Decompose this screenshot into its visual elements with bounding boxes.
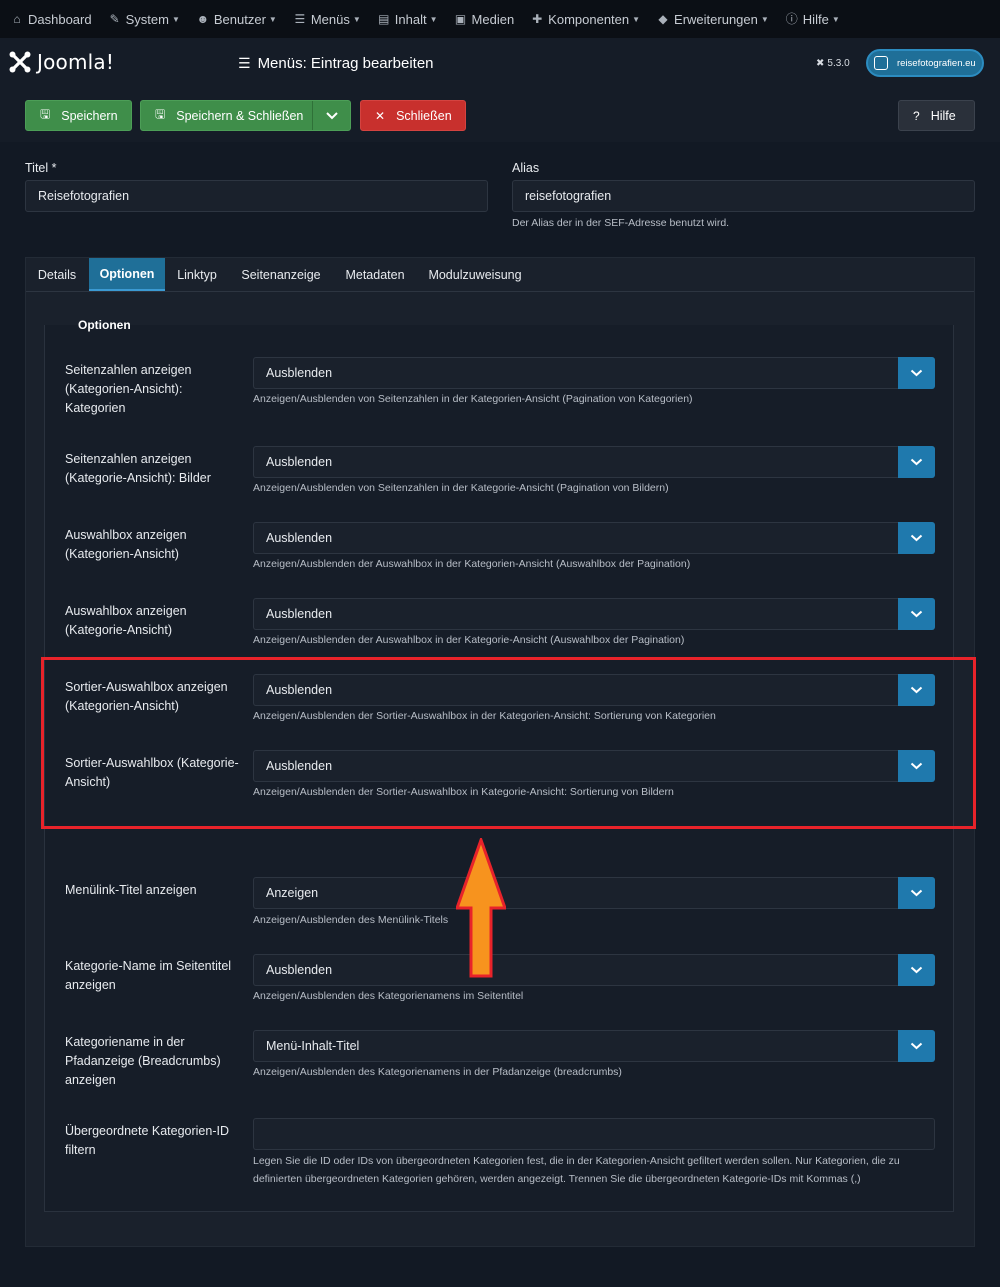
caret-down-icon: ▼ bbox=[171, 14, 180, 24]
tab-details[interactable]: Details bbox=[26, 258, 88, 291]
floppy-icon: 🖫 bbox=[155, 107, 166, 121]
site-link-button[interactable]: reisefotografien.eu bbox=[866, 49, 984, 77]
nav-hilfe[interactable]: ⓘ Hilfe ▼ bbox=[785, 12, 840, 27]
chevron-down-icon[interactable] bbox=[898, 954, 935, 986]
tab-linktyp[interactable]: Linktyp bbox=[166, 258, 228, 291]
nav-dashboard[interactable]: ⌂ Dashboard bbox=[10, 12, 91, 27]
top-navigation: ⌂ Dashboard ✎ System ▼ ☻ Benutzer ▼ ☰ Menüs ▼ ▤… bbox=[0, 0, 1000, 38]
chevron-down-icon[interactable] bbox=[898, 446, 935, 478]
save-button[interactable]: 🖫 Speichern bbox=[25, 100, 132, 131]
options-legend: Optionen bbox=[78, 318, 131, 332]
list-icon: ☰ bbox=[294, 12, 306, 26]
tab-modulzuweisung[interactable]: Modulzuweisung bbox=[419, 258, 531, 291]
option-desc-limitbox-categories: Anzeigen/Ausblenden der Auswahlbox in de… bbox=[253, 558, 691, 570]
alias-label: Alias bbox=[512, 161, 540, 175]
chevron-down-icon[interactable] bbox=[898, 598, 935, 630]
option-select-limitbox-categories[interactable]: Ausblenden bbox=[253, 522, 935, 554]
option-select-pagination-categories[interactable]: Ausblenden bbox=[253, 357, 935, 389]
option-desc-pagination-categories: Anzeigen/Ausblenden von Seitenzahlen in … bbox=[253, 393, 693, 405]
tab-seitenanzeige[interactable]: Seitenanzeige bbox=[231, 258, 331, 291]
caret-down-icon: ▼ bbox=[352, 14, 361, 24]
info-icon: ⓘ bbox=[785, 12, 798, 26]
option-desc-category-page-title: Anzeigen/Ausblenden des Kategorienamens … bbox=[253, 990, 524, 1002]
parent-filter-input[interactable] bbox=[253, 1118, 935, 1150]
option-select-category-page-title[interactable]: Ausblenden bbox=[253, 954, 935, 986]
floppy-icon: 🖫 bbox=[40, 107, 51, 121]
option-label-category-page-title: Kategorie-Name im Seitentitel anzeigen bbox=[65, 959, 232, 992]
option-select-limitbox-category[interactable]: Ausblenden bbox=[253, 598, 935, 630]
option-desc-limitbox-category: Anzeigen/Ausblenden der Auswahlbox in de… bbox=[253, 634, 685, 646]
close-icon: ✕ bbox=[375, 108, 386, 123]
file-icon: ▤ bbox=[378, 12, 390, 26]
save-options-dropdown[interactable] bbox=[312, 101, 350, 130]
title-label: Titel * bbox=[25, 161, 57, 175]
chevron-down-icon[interactable] bbox=[898, 522, 935, 554]
tab-optionen[interactable]: Optionen bbox=[89, 258, 165, 291]
nav-system[interactable]: ✎ System ▼ bbox=[108, 12, 180, 27]
option-select-pagination-images[interactable]: Ausblenden bbox=[253, 446, 935, 478]
home-icon: ⌂ bbox=[13, 12, 21, 26]
header: Joomla! ☰ Menüs: Eintrag bearbeiten ✖ 5.… bbox=[0, 38, 1000, 91]
parent-filter-desc-2: definierten übergeordneten Kategorien ge… bbox=[253, 1173, 861, 1185]
version-info: ✖ 5.3.0 bbox=[816, 58, 850, 69]
puzzle-icon: ✚ bbox=[532, 12, 543, 26]
logo-text: Joomla! bbox=[37, 50, 115, 74]
joomla-logo[interactable]: Joomla! bbox=[8, 50, 114, 74]
caret-down-icon: ▼ bbox=[268, 14, 277, 24]
save-close-button[interactable]: 🖫 Speichern & Schließen bbox=[140, 100, 351, 131]
option-label-menu-title: Menülink-Titel anzeigen bbox=[65, 883, 197, 897]
nav-benutzer[interactable]: ☻ Benutzer ▼ bbox=[196, 12, 277, 27]
option-label-breadcrumbs: Kategoriename in der Pfadanzeige (Breadc… bbox=[65, 1035, 221, 1087]
option-label-limitbox-category: Auswahlbox anzeigen (Kategorie-Ansicht) bbox=[65, 604, 187, 637]
title-input[interactable]: Reisefotografien bbox=[25, 180, 488, 212]
close-button[interactable]: ✕ Schließen bbox=[360, 100, 466, 131]
option-select-breadcrumbs[interactable]: Menü-Inhalt-Titel bbox=[253, 1030, 935, 1062]
page-title: ☰ Menüs: Eintrag bearbeiten bbox=[238, 55, 434, 72]
wrench-icon: ✎ bbox=[109, 12, 120, 26]
joomla-small-icon: ✖ bbox=[816, 58, 825, 69]
option-select-menu-title[interactable]: Anzeigen bbox=[253, 877, 935, 909]
image-icon: ▣ bbox=[454, 12, 467, 26]
list-icon: ☰ bbox=[238, 55, 251, 71]
tab-metadaten[interactable]: Metadaten bbox=[333, 258, 417, 291]
option-label-limitbox-categories: Auswahlbox anzeigen (Kategorien-Ansicht) bbox=[65, 528, 187, 561]
users-icon: ☻ bbox=[196, 12, 210, 26]
alias-hint: Der Alias der in der SEF-Adresse benutzt… bbox=[512, 217, 730, 229]
annotation-arrow-up-icon bbox=[456, 838, 506, 978]
caret-down-icon: ▼ bbox=[831, 14, 840, 24]
toolbar: 🖫 Speichern 🖫 Speichern & Schließen ✕ Sc… bbox=[0, 90, 1000, 142]
chevron-down-icon[interactable] bbox=[898, 877, 935, 909]
question-icon: ? bbox=[913, 108, 920, 123]
cubes-icon: ◆ bbox=[658, 12, 668, 26]
option-label-pagination-categories: Seitenzahlen anzeigen (Kategorien-Ansich… bbox=[65, 363, 192, 415]
option-desc-breadcrumbs: Anzeigen/Ausblenden des Kategorienamens … bbox=[253, 1066, 622, 1078]
nav-medien[interactable]: ▣ Medien bbox=[454, 12, 514, 27]
caret-down-icon: ▼ bbox=[429, 14, 438, 24]
parent-filter-desc-1: Legen Sie die ID oder IDs von übergeordn… bbox=[253, 1155, 900, 1167]
alias-input[interactable]: reisefotografien bbox=[512, 180, 975, 212]
chevron-down-icon[interactable] bbox=[898, 357, 935, 389]
nav-inhalt[interactable]: ▤ Inhalt ▼ bbox=[377, 12, 438, 27]
chevron-down-icon bbox=[325, 111, 338, 119]
parent-filter-label: Übergeordnete Kategorien-ID filtern bbox=[65, 1124, 229, 1157]
tab-bar: Details Optionen Linktyp Seitenanzeige M… bbox=[26, 258, 974, 292]
caret-down-icon: ▼ bbox=[632, 14, 641, 24]
chevron-down-icon[interactable] bbox=[898, 1030, 935, 1062]
option-label-pagination-images: Seitenzahlen anzeigen (Kategorie-Ansicht… bbox=[65, 452, 211, 485]
option-desc-menu-title: Anzeigen/Ausblenden des Menülink-Titels bbox=[253, 914, 449, 926]
external-link-icon bbox=[874, 56, 888, 70]
help-button[interactable]: ? Hilfe bbox=[898, 100, 975, 131]
nav-menus[interactable]: ☰ Menüs ▼ bbox=[293, 12, 361, 27]
option-desc-pagination-images: Anzeigen/Ausblenden von Seitenzahlen in … bbox=[253, 482, 669, 494]
nav-erweiterungen[interactable]: ◆ Erweiterungen ▼ bbox=[656, 12, 769, 27]
joomla-logo-icon bbox=[9, 51, 31, 73]
caret-down-icon: ▼ bbox=[760, 14, 769, 24]
nav-komponenten[interactable]: ✚ Komponenten ▼ bbox=[530, 12, 640, 27]
highlight-box bbox=[41, 657, 976, 829]
